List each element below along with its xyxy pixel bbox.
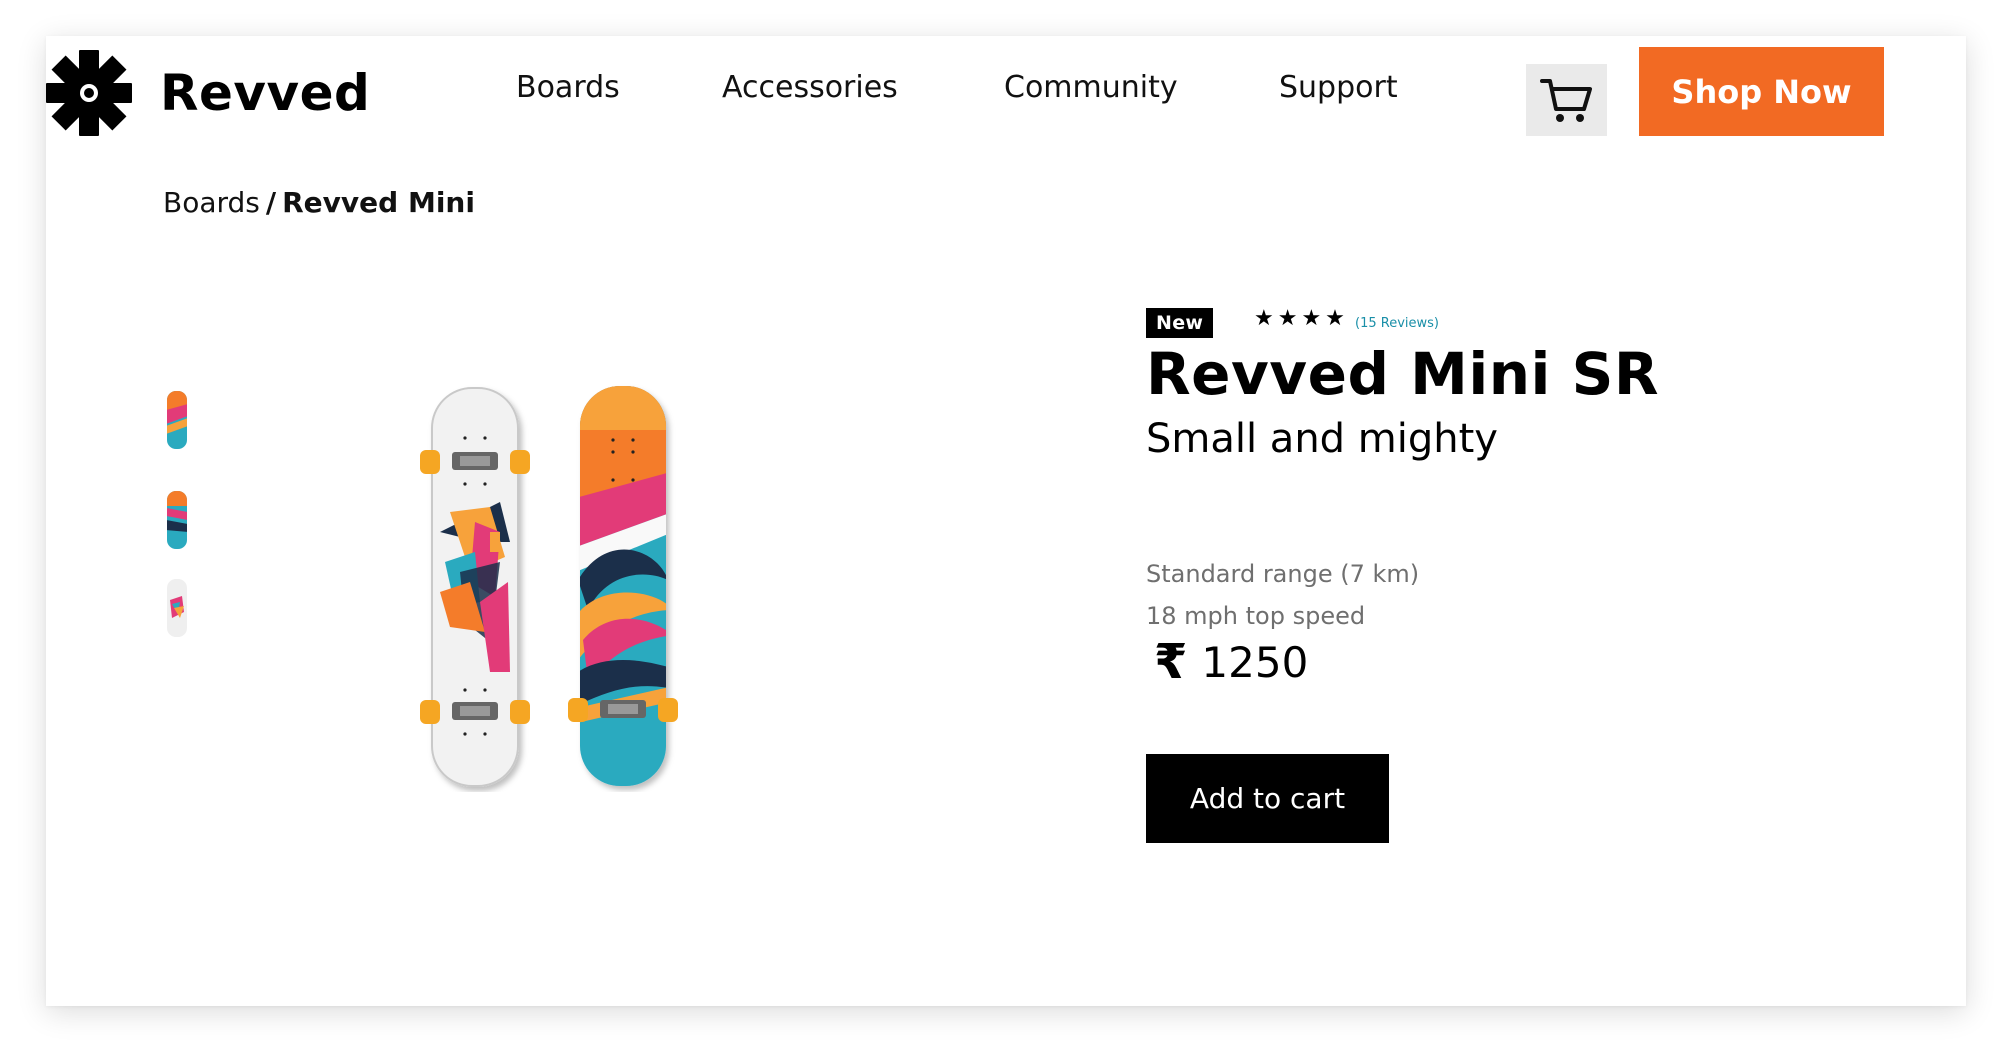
product-thumbnail-2[interactable] (166, 490, 187, 550)
breadcrumb-boards-link[interactable]: Boards (163, 186, 260, 219)
spec-top-speed: 18 mph top speed (1146, 602, 1366, 630)
nav-accessories[interactable]: Accessories (722, 70, 898, 105)
brand-name: Revved (160, 64, 371, 122)
shop-now-button[interactable]: Shop Now (1639, 47, 1884, 136)
nav-community[interactable]: Community (1004, 70, 1178, 105)
rating-stars-icon: ★★★★ (1254, 306, 1349, 331)
add-to-cart-button[interactable]: Add to cart (1146, 754, 1389, 843)
shopping-cart-icon (1539, 79, 1592, 122)
breadcrumb-current: Revved Mini (282, 186, 475, 219)
product-thumbnail-3[interactable] (166, 578, 187, 638)
breadcrumb: Boards / Revved Mini (163, 186, 475, 219)
nav-boards[interactable]: Boards (516, 70, 620, 105)
cart-button[interactable] (1526, 64, 1607, 136)
product-image-board-colorful (568, 380, 678, 796)
revved-logo-icon (46, 50, 132, 136)
skateboard-bottom-white (420, 387, 530, 787)
skateboard-thumb-2 (167, 491, 187, 549)
product-subtitle: Small and mighty (1146, 416, 1498, 462)
reviews-link[interactable]: (15 Reviews) (1355, 316, 1439, 331)
nav-support[interactable]: Support (1279, 70, 1398, 105)
brand-logo[interactable]: Revved (46, 50, 370, 136)
rupee-icon: ₹ (1154, 634, 1188, 690)
skateboard-bottom-colorful (568, 386, 678, 786)
spec-range: Standard range (7 km) (1146, 560, 1420, 588)
new-badge: New (1146, 308, 1214, 338)
product-image-board-white (420, 382, 530, 796)
product-price: ₹ 1250 (1154, 634, 1308, 690)
page-container (46, 36, 1966, 1006)
product-thumbnail-1[interactable] (166, 390, 187, 450)
breadcrumb-separator: / (265, 186, 277, 219)
skateboard-thumb-3 (167, 579, 187, 637)
price-amount: 1250 (1201, 637, 1309, 687)
skateboard-thumb-1 (167, 391, 187, 449)
product-title: Revved Mini SR (1146, 340, 1660, 408)
